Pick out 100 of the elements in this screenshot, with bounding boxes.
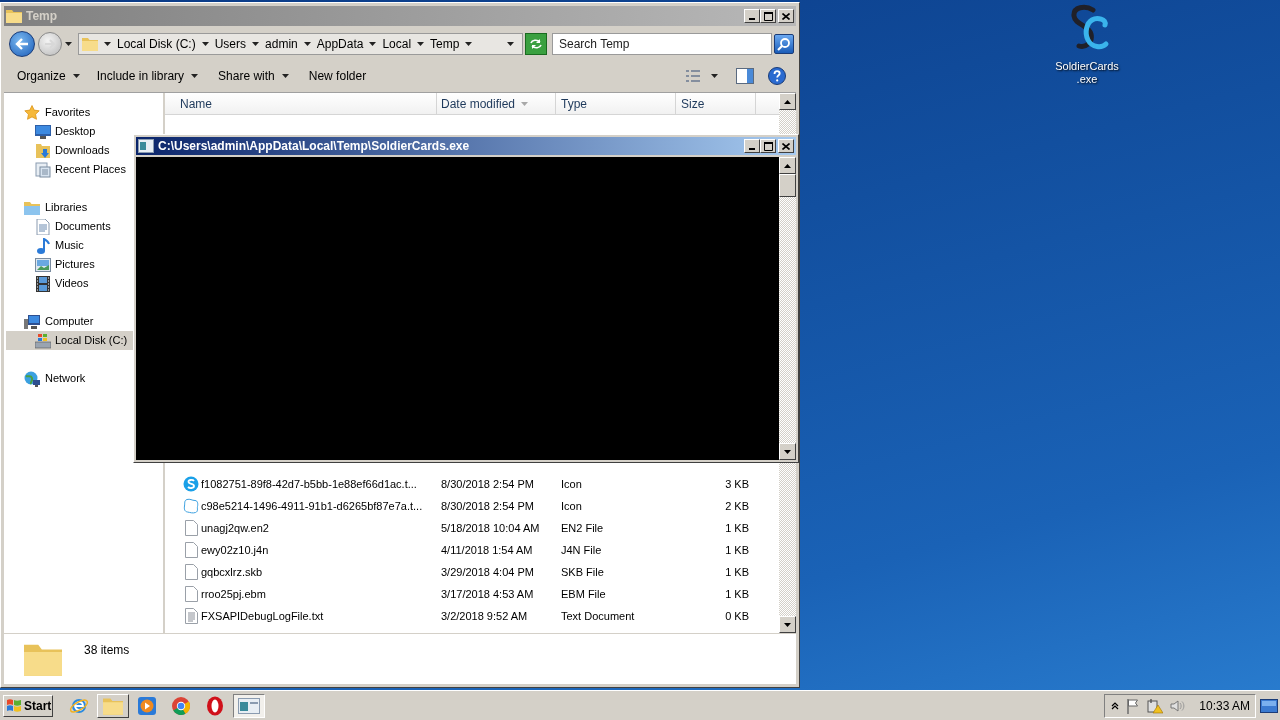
caret-icon[interactable] — [65, 42, 72, 46]
document-icon — [36, 218, 50, 235]
ring-icon — [183, 498, 199, 514]
arrow-down-icon — [784, 622, 791, 627]
minimize-button[interactable] — [744, 139, 760, 153]
show-desktop-button[interactable] — [1260, 697, 1278, 714]
back-button[interactable] — [9, 31, 35, 57]
start-button[interactable]: Start — [3, 694, 53, 717]
toolbar-button[interactable]: Organize — [13, 64, 84, 88]
breadcrumb[interactable]: Local Disk (C:) — [117, 35, 196, 53]
text-file-icon — [184, 608, 198, 624]
toolbar-button[interactable]: Share with — [211, 64, 296, 88]
caret-icon[interactable] — [465, 42, 473, 46]
chevron-up-icon[interactable] — [1111, 701, 1119, 710]
search-field[interactable]: Search Temp — [552, 33, 772, 55]
file-name: unagj2qw.en2 — [201, 520, 269, 536]
recent-files-icon — [35, 161, 51, 178]
date-modified: 8/30/2018 2:54 PM — [441, 477, 534, 490]
date-modified: 3/2/2018 9:52 AM — [441, 609, 528, 622]
file-type: Icon — [561, 499, 582, 512]
minimize-button[interactable] — [744, 9, 760, 23]
caret-icon[interactable] — [201, 42, 209, 46]
toolbar-button[interactable]: Include in library — [89, 64, 206, 88]
caret-icon[interactable] — [369, 42, 377, 46]
scroll-down-button[interactable] — [779, 616, 796, 633]
flag-icon[interactable] — [1125, 697, 1141, 714]
clock[interactable]: 10:33 AM — [1199, 696, 1250, 715]
search-icon — [777, 37, 791, 51]
show-desktop-icon — [1260, 697, 1278, 714]
maximize-button[interactable] — [760, 139, 776, 153]
scrollbar[interactable] — [779, 157, 796, 460]
close-button[interactable] — [778, 9, 794, 23]
minimize-icon — [749, 18, 755, 20]
date-modified: 3/29/2018 4:04 PM — [441, 565, 534, 578]
s-badge-icon — [183, 476, 199, 492]
help-button[interactable] — [768, 67, 786, 85]
column-header[interactable]: Type — [556, 93, 676, 114]
close-icon — [782, 142, 790, 150]
breadcrumb[interactable]: Local — [382, 35, 412, 53]
breadcrumb[interactable]: Temp — [430, 35, 460, 53]
view-button[interactable] — [685, 69, 718, 83]
column-header[interactable]: Name — [165, 93, 437, 114]
network-warning-icon[interactable] — [1147, 697, 1163, 714]
window-title: C:\Users\admin\AppData\Local\Temp\SoldierCards.exe — [158, 138, 470, 155]
sort-caret-icon — [521, 101, 529, 106]
caret-icon[interactable] — [104, 42, 111, 46]
blank-file-icon — [184, 520, 198, 536]
file-name: f1082751-89f8-42d7-b5bb-1e88ef66d1ac.t... — [201, 476, 417, 492]
search-button[interactable] — [774, 34, 794, 54]
film-icon — [36, 275, 50, 292]
address-bar[interactable]: Local Disk (C:) Users admin AppData Local Temp — [78, 33, 523, 55]
file-type: EN2 File — [561, 521, 604, 534]
file-type: Text Document — [561, 609, 635, 622]
caret-icon — [191, 74, 199, 78]
caret-icon[interactable] — [303, 42, 311, 46]
refresh-button[interactable] — [525, 33, 547, 55]
column-header[interactable]: Size — [676, 93, 756, 114]
play-icon — [137, 695, 157, 716]
maximize-icon — [763, 11, 773, 21]
file-name: FXSAPIDebugLogFile.txt — [201, 608, 324, 624]
breadcrumb[interactable]: AppData — [316, 35, 364, 53]
date-modified: 4/11/2018 1:54 AM — [441, 543, 533, 556]
console-icon — [138, 139, 154, 153]
file-type: Icon — [561, 477, 582, 490]
date-modified: 5/18/2018 10:04 AM — [441, 521, 540, 534]
caret-icon[interactable] — [417, 42, 425, 46]
preview-pane-button[interactable] — [736, 68, 754, 84]
monitor-icon — [35, 124, 51, 139]
toolbar-button[interactable]: New folder — [301, 64, 374, 88]
icon-label: SoldierCards .exe — [1055, 60, 1119, 86]
scroll-up-button[interactable] — [779, 93, 796, 110]
caret-icon[interactable] — [252, 42, 260, 46]
o-ring-icon — [206, 695, 224, 716]
caret-icon — [711, 74, 718, 78]
folder-icon — [82, 37, 98, 51]
scroll-up-button[interactable] — [779, 157, 796, 174]
file-type: J4N File — [561, 543, 602, 556]
refresh-icon — [529, 38, 543, 50]
scroll-down-button[interactable] — [779, 443, 796, 460]
scroll-thumb[interactable] — [779, 174, 796, 197]
star-icon — [24, 104, 40, 121]
column-header[interactable]: Date modified — [437, 93, 556, 114]
console-window-icon — [238, 697, 260, 714]
window-title: Temp — [26, 8, 58, 25]
computer-icon — [24, 313, 40, 330]
arrow-up-icon — [784, 163, 791, 168]
breadcrumb[interactable]: admin — [265, 35, 298, 53]
file-size: 2 KB — [725, 499, 749, 512]
blank-file-icon — [184, 564, 198, 580]
pane-icon — [736, 68, 754, 84]
close-button[interactable] — [778, 139, 794, 153]
date-modified: 3/17/2018 4:53 AM — [441, 587, 534, 600]
breadcrumb[interactable]: Users — [214, 35, 247, 53]
list-view-icon — [685, 69, 701, 83]
maximize-icon — [763, 141, 773, 151]
sidebar-item[interactable]: Local Disk (C:) — [6, 331, 136, 350]
caret-icon[interactable] — [507, 42, 514, 46]
file-size: 1 KB — [725, 587, 749, 600]
blank-file-icon — [184, 542, 198, 558]
maximize-button[interactable] — [760, 9, 776, 23]
